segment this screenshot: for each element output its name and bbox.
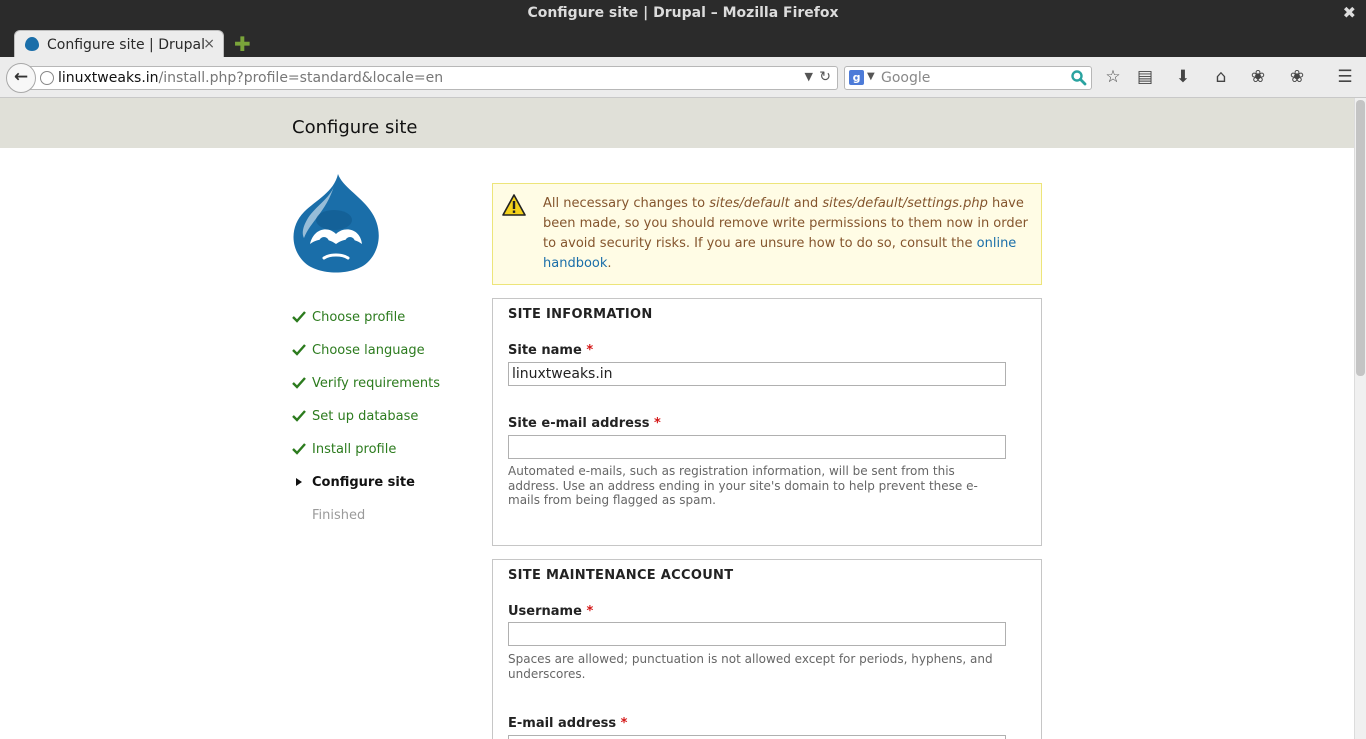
warning-text-part: All necessary changes to bbox=[543, 196, 710, 211]
site-maintenance-fieldset: SITE MAINTENANCE ACCOUNT Username * Spac… bbox=[492, 559, 1042, 739]
site-email-label: Site e-mail address * bbox=[508, 416, 661, 431]
search-bar[interactable]: g ▼ Google bbox=[844, 66, 1092, 90]
step-label: Install profile bbox=[312, 442, 397, 457]
tab-strip: Configure site | Drupal × ✚ bbox=[0, 28, 1366, 58]
account-email-label: E-mail address * bbox=[508, 716, 627, 731]
site-identity-icon[interactable] bbox=[40, 71, 54, 85]
step-label: Configure site bbox=[312, 475, 415, 490]
required-marker: * bbox=[586, 604, 594, 619]
required-marker: * bbox=[586, 343, 594, 358]
search-input[interactable]: Google bbox=[881, 70, 930, 86]
reload-icon[interactable]: ↻ bbox=[819, 69, 831, 85]
step-configure-site: Configure site bbox=[292, 474, 462, 494]
step-label: Finished bbox=[312, 508, 366, 523]
warning-text: All necessary changes to sites/default a… bbox=[543, 194, 1033, 274]
site-name-label: Site name * bbox=[508, 343, 593, 358]
username-label-text: Username bbox=[508, 604, 582, 619]
drupal-logo bbox=[293, 174, 379, 273]
warning-icon bbox=[502, 194, 526, 216]
step-choose-profile[interactable]: Choose profile bbox=[292, 309, 462, 329]
required-marker: * bbox=[653, 416, 661, 431]
required-marker: * bbox=[620, 716, 628, 731]
url-bar[interactable]: linuxtweaks.in/install.php?profile=stand… bbox=[30, 66, 838, 90]
site-email-label-text: Site e-mail address bbox=[508, 416, 650, 431]
check-icon bbox=[292, 377, 306, 389]
check-icon bbox=[292, 311, 306, 323]
downloads-icon[interactable]: ⬇ bbox=[1172, 67, 1194, 87]
google-engine-icon[interactable]: g bbox=[849, 70, 864, 85]
navigation-toolbar: linuxtweaks.in/install.php?profile=stand… bbox=[0, 57, 1366, 98]
site-name-label-text: Site name bbox=[508, 343, 582, 358]
warning-path-settings: sites/default/settings.php bbox=[822, 196, 988, 211]
username-help: Spaces are allowed; punctuation is not a… bbox=[508, 652, 993, 681]
tab-close-icon[interactable]: × bbox=[203, 36, 215, 52]
search-icon[interactable] bbox=[1070, 69, 1087, 86]
url-host: linuxtweaks.in bbox=[58, 70, 159, 86]
site-name-input[interactable] bbox=[508, 362, 1006, 386]
account-email-label-text: E-mail address bbox=[508, 716, 617, 731]
step-install-profile[interactable]: Install profile bbox=[292, 441, 462, 461]
window-title: Configure site | Drupal – Mozilla Firefo… bbox=[527, 5, 839, 21]
page-header: Configure site bbox=[0, 98, 1354, 148]
tab-configure-site[interactable]: Configure site | Drupal × bbox=[14, 30, 224, 58]
addon-icon[interactable]: ❀ bbox=[1247, 67, 1269, 87]
step-label: Choose language bbox=[312, 343, 425, 358]
page-title: Configure site bbox=[292, 117, 418, 138]
site-email-help: Automated e-mails, such as registration … bbox=[508, 464, 978, 507]
home-icon[interactable]: ⌂ bbox=[1210, 67, 1232, 87]
step-choose-language[interactable]: Choose language bbox=[292, 342, 462, 362]
page-scrollbar-thumb[interactable] bbox=[1356, 100, 1365, 376]
site-information-fieldset: SITE INFORMATION Site name * Site e-mail… bbox=[492, 298, 1042, 546]
account-email-input[interactable] bbox=[508, 735, 1006, 739]
tab-label: Configure site | Drupal bbox=[47, 37, 205, 53]
warning-text-part: and bbox=[789, 196, 823, 211]
site-email-input[interactable] bbox=[508, 435, 1006, 459]
site-information-legend: SITE INFORMATION bbox=[508, 307, 653, 322]
arrow-right-icon bbox=[296, 478, 302, 486]
window-close-icon[interactable]: ✖ bbox=[1343, 3, 1356, 22]
search-engine-dropdown-icon[interactable]: ▼ bbox=[867, 71, 875, 82]
drupal-favicon-icon bbox=[25, 37, 39, 51]
extension-icon[interactable]: ❀ bbox=[1286, 67, 1308, 87]
new-tab-icon[interactable]: ✚ bbox=[234, 32, 251, 56]
back-button[interactable]: ← bbox=[6, 63, 36, 93]
step-label: Verify requirements bbox=[312, 376, 441, 391]
warning-message: All necessary changes to sites/default a… bbox=[492, 183, 1042, 285]
step-finished: Finished bbox=[292, 507, 462, 527]
warning-path-default: sites/default bbox=[709, 196, 790, 211]
step-set-up-database[interactable]: Set up database bbox=[292, 408, 462, 428]
check-icon bbox=[292, 410, 306, 422]
step-verify-requirements[interactable]: Verify requirements bbox=[292, 375, 462, 395]
bookmark-star-icon[interactable]: ☆ bbox=[1102, 67, 1124, 87]
menu-icon[interactable]: ☰ bbox=[1334, 67, 1356, 87]
check-icon bbox=[292, 443, 306, 455]
site-maintenance-legend: SITE MAINTENANCE ACCOUNT bbox=[508, 568, 734, 583]
check-icon bbox=[292, 344, 306, 356]
username-label: Username * bbox=[508, 604, 593, 619]
step-label: Set up database bbox=[312, 409, 419, 424]
url-path: /install.php?profile=standard&locale=en bbox=[158, 70, 444, 86]
username-input[interactable] bbox=[508, 622, 1006, 646]
reading-list-icon[interactable]: ▤ bbox=[1134, 67, 1156, 87]
url-text[interactable]: linuxtweaks.in/install.php?profile=stand… bbox=[58, 70, 443, 86]
window-titlebar: Configure site | Drupal – Mozilla Firefo… bbox=[0, 0, 1366, 28]
url-history-dropdown-icon[interactable]: ▼ bbox=[805, 70, 813, 83]
step-label: Choose profile bbox=[312, 310, 406, 325]
warning-text-part: . bbox=[607, 256, 612, 271]
